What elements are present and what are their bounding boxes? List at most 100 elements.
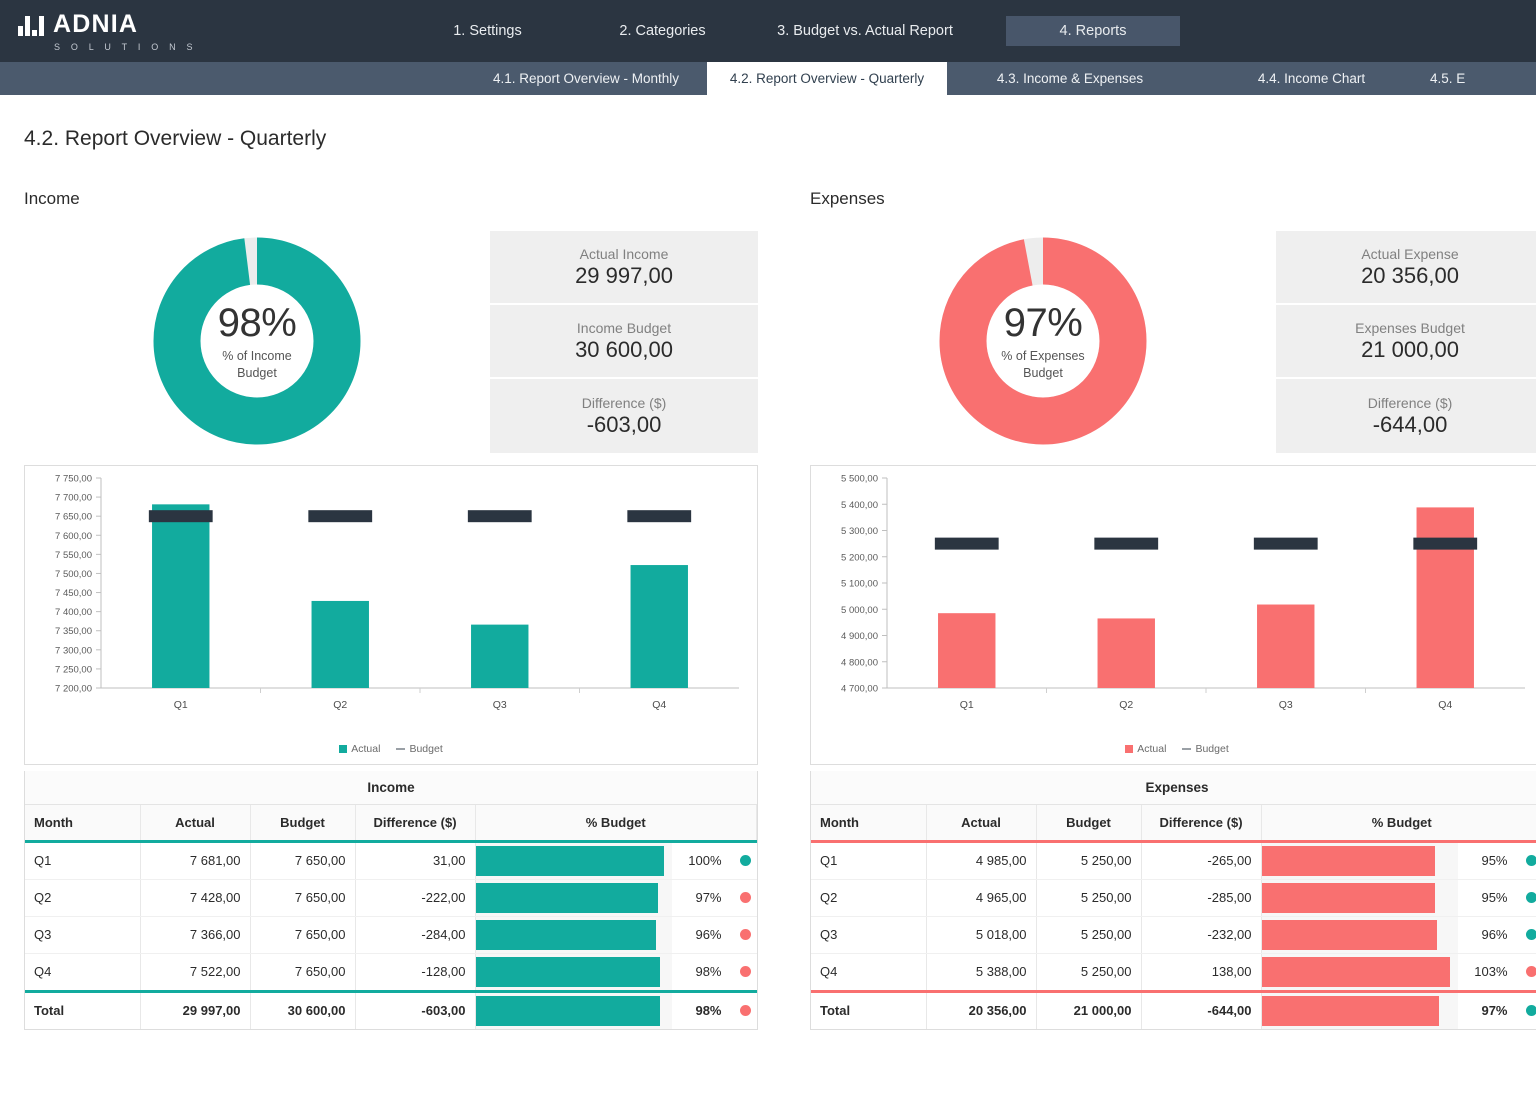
brand-logo: ADNIA S O L U T I O N S: [0, 10, 300, 52]
cell-budget: 30 600,00: [250, 991, 355, 1029]
pct-value-label: 96%: [1458, 927, 1516, 942]
cell-actual: 7 366,00: [140, 916, 250, 953]
y-axis-tick-label: 7 550,00: [55, 550, 92, 561]
income-legend-budget: Budget: [396, 743, 442, 755]
brand-name: ADNIA: [53, 10, 138, 39]
cell-actual: 29 997,00: [140, 991, 250, 1029]
table-row: Q24 965,005 250,00-285,0095%: [811, 879, 1536, 916]
cell-pct-budget: 95%: [1261, 879, 1536, 916]
cell-actual: 20 356,00: [926, 991, 1036, 1029]
tab-reports[interactable]: 4. Reports: [1006, 16, 1180, 46]
pct-value-label: 95%: [1458, 853, 1516, 868]
actual-bar: [938, 613, 995, 688]
sub-tab-income-chart[interactable]: 4.4. Income Chart: [1193, 62, 1430, 95]
status-indicator-dot: [740, 855, 751, 866]
table-total-row: Total20 356,0021 000,00-644,0097%: [811, 991, 1536, 1029]
table-total-row: Total29 997,0030 600,00-603,0098%: [25, 991, 757, 1029]
income-legend-actual: Actual: [339, 743, 380, 755]
sub-tab-4-5-truncated[interactable]: 4.5. E: [1430, 62, 1490, 95]
pct-bar-track: [476, 993, 672, 1029]
cell-pct-budget: 103%: [1261, 953, 1536, 991]
cell-month: Q4: [811, 953, 926, 991]
expenses-col-difference: Difference ($): [1141, 805, 1261, 841]
sub-tab-report-overview-quarterly[interactable]: 4.2. Report Overview - Quarterly: [707, 62, 947, 95]
income-donut-center: 98% % of Income Budget: [151, 235, 363, 447]
kpi-actual-expense-value: 20 356,00: [1361, 263, 1459, 289]
cell-difference: 138,00: [1141, 953, 1261, 991]
income-section-title: Income: [24, 189, 758, 209]
actual-bar: [152, 504, 209, 688]
table-row: Q14 985,005 250,00-265,0095%: [811, 841, 1536, 879]
expenses-bar-chart: 5 500,005 400,005 300,005 200,005 100,00…: [811, 466, 1536, 734]
status-indicator-dot: [1526, 855, 1536, 866]
cell-month: Q1: [25, 841, 140, 879]
sub-tab-report-overview-monthly[interactable]: 4.1. Report Overview - Monthly: [465, 62, 707, 95]
sub-tab-income-expenses[interactable]: 4.3. Income & Expenses: [947, 62, 1193, 95]
expenses-chart-legend: Actual Budget: [811, 743, 1536, 755]
cell-month: Q3: [25, 916, 140, 953]
expenses-kpi-row: 97% % of Expenses Budget Actual Expense …: [810, 231, 1536, 461]
y-axis-tick-label: 7 750,00: [55, 474, 92, 485]
income-table-title: Income: [25, 771, 757, 805]
expenses-table: Month Actual Budget Difference ($) % Bud…: [811, 805, 1536, 1029]
pct-bar-fill: [476, 846, 664, 876]
budget-marker: [935, 538, 999, 550]
kpi-income-difference-label: Difference ($): [582, 395, 667, 411]
tab-settings[interactable]: 1. Settings: [400, 16, 575, 46]
cell-budget: 7 650,00: [250, 841, 355, 879]
x-axis-tick-label: Q2: [333, 699, 347, 711]
pct-bar-fill: [1262, 957, 1450, 987]
income-donut-caption-line1: % of Income: [222, 348, 291, 365]
y-axis-tick-label: 4 900,00: [841, 631, 878, 642]
pct-bar-fill: [1262, 996, 1439, 1026]
pct-bar-track: [1262, 954, 1458, 990]
y-axis-tick-label: 7 500,00: [55, 569, 92, 580]
expenses-legend-actual-label: Actual: [1137, 743, 1166, 755]
pct-value-label: 103%: [1458, 964, 1516, 979]
income-col-month: Month: [25, 805, 140, 841]
cell-budget: 5 250,00: [1036, 879, 1141, 916]
y-axis-tick-label: 5 300,00: [841, 526, 878, 537]
tab-budget-vs-actual-report[interactable]: 3. Budget vs. Actual Report: [750, 16, 980, 46]
table-row: Q35 018,005 250,00-232,0096%: [811, 916, 1536, 953]
pct-bar-track: [476, 954, 672, 990]
income-kpi-row: 98% % of Income Budget Actual Income 29 …: [24, 231, 758, 461]
income-col-budget: Budget: [250, 805, 355, 841]
tab-categories[interactable]: 2. Categories: [575, 16, 750, 46]
page-title: 4.2. Report Overview - Quarterly: [24, 127, 1512, 151]
income-legend-budget-dash: [396, 748, 405, 750]
kpi-income-budget-label: Income Budget: [577, 320, 671, 336]
cell-actual: 5 018,00: [926, 916, 1036, 953]
pct-bar-track: [476, 917, 672, 953]
expenses-donut-caption-line2: Budget: [1001, 365, 1084, 382]
budget-marker: [1254, 538, 1318, 550]
y-axis-tick-label: 5 000,00: [841, 605, 878, 616]
pct-value-label: 95%: [1458, 890, 1516, 905]
expenses-table-body: Q14 985,005 250,00-265,0095%Q24 965,005 …: [811, 841, 1536, 1029]
budget-marker: [627, 510, 691, 522]
expenses-legend-actual: Actual: [1125, 743, 1166, 755]
actual-bar: [1257, 605, 1314, 688]
kpi-actual-income-value: 29 997,00: [575, 263, 673, 289]
y-axis-tick-label: 5 500,00: [841, 474, 878, 485]
x-axis-tick-label: Q1: [960, 699, 974, 711]
income-donut-caption-line2: Budget: [222, 365, 291, 382]
expenses-kpi-box: Actual Expense 20 356,00 Expenses Budget…: [1276, 231, 1536, 453]
cell-budget: 7 650,00: [250, 953, 355, 991]
y-axis-tick-label: 7 650,00: [55, 512, 92, 523]
pct-bar-fill: [476, 883, 659, 913]
income-col-pct-budget: % Budget: [475, 805, 757, 841]
cell-month: Total: [811, 991, 926, 1029]
cell-difference: -232,00: [1141, 916, 1261, 953]
status-indicator-dot: [740, 929, 751, 940]
actual-bar: [1098, 618, 1155, 688]
expenses-donut-center: 97% % of Expenses Budget: [937, 235, 1149, 447]
actual-bar: [471, 625, 528, 688]
income-legend-budget-label: Budget: [409, 743, 442, 755]
expenses-legend-budget-label: Budget: [1195, 743, 1228, 755]
income-table-card: Income Month Actual Budget Difference ($…: [24, 771, 758, 1030]
income-col-difference: Difference ($): [355, 805, 475, 841]
x-axis-tick-label: Q4: [652, 699, 666, 711]
status-indicator-dot: [740, 892, 751, 903]
expenses-section-title: Expenses: [810, 189, 1536, 209]
